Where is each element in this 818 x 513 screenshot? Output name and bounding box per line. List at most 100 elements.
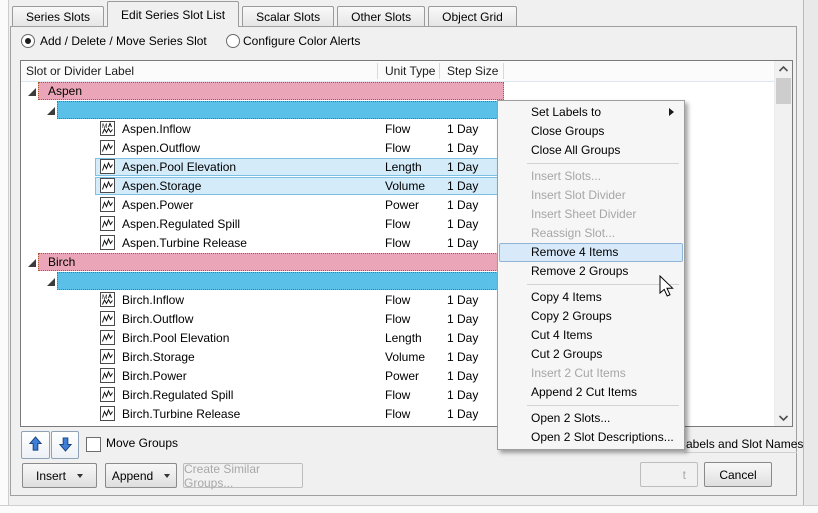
multi-series-slot-icon: M: [100, 292, 115, 307]
unit-type-cell: Flow: [385, 310, 410, 329]
unit-type-cell: Length: [385, 329, 422, 348]
series-slot-icon: [100, 349, 115, 364]
window-left-edge: [0, 0, 9, 512]
menu-item-label: Copy 2 Groups: [531, 309, 612, 323]
menu-item-label: Reassign Slot...: [531, 226, 615, 240]
tab-series-slots[interactable]: Series Slots: [12, 6, 104, 26]
menu-item-cut-4-items[interactable]: Cut 4 Items: [499, 326, 683, 345]
group-label: Aspen: [38, 82, 82, 100]
slot-label: Aspen.Power: [122, 196, 193, 215]
series-slot-icon: [100, 140, 115, 155]
slot-label: Aspen.Outflow: [122, 139, 200, 158]
tab-edit-series-slot-list[interactable]: Edit Series Slot List: [107, 1, 239, 27]
column-separator: [503, 63, 504, 79]
cancel-button[interactable]: Cancel: [704, 462, 772, 487]
menu-item-label: Remove 2 Groups: [531, 264, 628, 278]
radio-configure-color-alerts[interactable]: [226, 34, 240, 48]
step-size-cell: 1 Day: [447, 139, 478, 158]
column-header-unit-type[interactable]: Unit Type: [385, 61, 435, 81]
slot-label: Aspen.Pool Elevation: [122, 158, 236, 177]
context-menu: Set Labels to Close Groups Close All Group…: [497, 100, 685, 450]
menu-item-cut-2-groups[interactable]: Cut 2 Groups: [499, 345, 683, 364]
scrollbar-thumb[interactable]: [776, 78, 791, 104]
menu-item-open-2-slot-descriptions[interactable]: Open 2 Slot Descriptions...: [499, 428, 683, 447]
subgroup-band: [57, 272, 504, 290]
series-slot-icon: [100, 406, 115, 421]
tab-label: Series Slots: [26, 10, 90, 24]
tab-other-slots[interactable]: Other Slots: [337, 6, 425, 26]
menu-item-copy-2-groups[interactable]: Copy 2 Groups: [499, 307, 683, 326]
slot-label: Birch.Pool Elevation: [122, 329, 229, 348]
down-arrow-icon: [58, 436, 73, 455]
create-similar-groups-button: Create Similar Groups...: [183, 463, 303, 488]
menu-item-label: Insert Sheet Divider: [531, 207, 636, 221]
menu-item-copy-4-items[interactable]: Copy 4 Items: [499, 288, 683, 307]
menu-item-label: Append 2 Cut Items: [531, 385, 637, 399]
slot-label: Aspen.Storage: [122, 177, 201, 196]
column-separator: [439, 63, 440, 79]
menu-item-insert-2-cut-items: Insert 2 Cut Items: [499, 364, 683, 383]
menu-item-insert-sheet-divider: Insert Sheet Divider: [499, 205, 683, 224]
slot-label: Birch.Turbine Release: [122, 405, 240, 424]
dropdown-arrow-icon: [164, 474, 170, 478]
tab-object-grid[interactable]: Object Grid: [428, 6, 517, 26]
create-similar-groups-label: Create Similar Groups...: [184, 462, 302, 490]
append-button-label: Append: [112, 469, 153, 483]
unit-type-cell: Flow: [385, 120, 410, 139]
series-slot-icon: [100, 311, 115, 326]
menu-item-set-labels-to[interactable]: Set Labels to: [499, 103, 683, 122]
step-size-cell: 1 Day: [447, 405, 478, 424]
step-size-cell: 1 Day: [447, 177, 478, 196]
column-separator: [377, 63, 378, 79]
group-row[interactable]: Aspen: [21, 82, 775, 101]
menu-item-label: Close Groups: [531, 124, 604, 138]
radio-add-delete-move-label[interactable]: Add / Delete / Move Series Slot: [40, 34, 207, 48]
menu-item-label: Close All Groups: [531, 143, 620, 157]
menu-item-label: Open 2 Slots...: [531, 411, 610, 425]
divider-line: [684, 452, 797, 453]
insert-button[interactable]: Insert: [22, 463, 97, 488]
unit-type-cell: Flow: [385, 405, 410, 424]
menu-item-open-2-slots[interactable]: Open 2 Slots...: [499, 409, 683, 428]
append-button[interactable]: Append: [105, 463, 177, 488]
group-band: Aspen: [38, 82, 504, 100]
menu-item-remove-2-groups[interactable]: Remove 2 Groups: [499, 262, 683, 281]
column-header-slot-or-divider-label[interactable]: Slot or Divider Label: [26, 61, 134, 81]
expand-triangle-icon[interactable]: [46, 105, 56, 115]
partially-hidden-button-label: t: [683, 468, 686, 482]
expand-triangle-icon[interactable]: [27, 257, 37, 267]
menu-item-label: Cut 4 Items: [531, 328, 592, 342]
menu-item-append-2-cut-items[interactable]: Append 2 Cut Items: [499, 383, 683, 402]
menu-item-label: Copy 4 Items: [531, 290, 602, 304]
move-down-button[interactable]: [51, 431, 79, 459]
vertical-scrollbar[interactable]: [774, 61, 792, 426]
dropdown-arrow-icon: [77, 474, 83, 478]
group-label: Birch: [38, 253, 75, 271]
step-size-cell: 1 Day: [447, 234, 478, 253]
scroll-up-icon[interactable]: [775, 61, 792, 77]
menu-item-close-groups[interactable]: Close Groups: [499, 122, 683, 141]
expand-triangle-icon[interactable]: [46, 276, 56, 286]
tab-scalar-slots[interactable]: Scalar Slots: [242, 6, 334, 26]
menu-item-insert-slot-divider: Insert Slot Divider: [499, 186, 683, 205]
step-size-cell: 1 Day: [447, 310, 478, 329]
move-groups-checkbox[interactable]: [86, 437, 101, 452]
menu-item-remove-4-items[interactable]: Remove 4 Items: [499, 243, 683, 262]
up-arrow-icon: [28, 436, 43, 455]
scroll-down-icon[interactable]: [775, 410, 792, 426]
menu-item-label: Insert 2 Cut Items: [531, 366, 626, 380]
menu-item-label: Cut 2 Groups: [531, 347, 602, 361]
series-slot-icon: [100, 387, 115, 402]
menu-item-close-all-groups[interactable]: Close All Groups: [499, 141, 683, 160]
move-up-button[interactable]: [21, 431, 50, 459]
unit-type-cell: Flow: [385, 215, 410, 234]
unit-type-cell: Power: [385, 367, 419, 386]
unit-type-cell: Flow: [385, 234, 410, 253]
expand-triangle-icon[interactable]: [27, 86, 37, 96]
group-band: Birch: [38, 253, 504, 271]
column-header-step-size[interactable]: Step Size: [447, 61, 498, 81]
radio-configure-color-alerts-label[interactable]: Configure Color Alerts: [243, 34, 360, 48]
move-groups-label[interactable]: Move Groups: [106, 437, 178, 450]
radio-add-delete-move[interactable]: [21, 34, 35, 48]
unit-type-cell: Volume: [385, 177, 425, 196]
